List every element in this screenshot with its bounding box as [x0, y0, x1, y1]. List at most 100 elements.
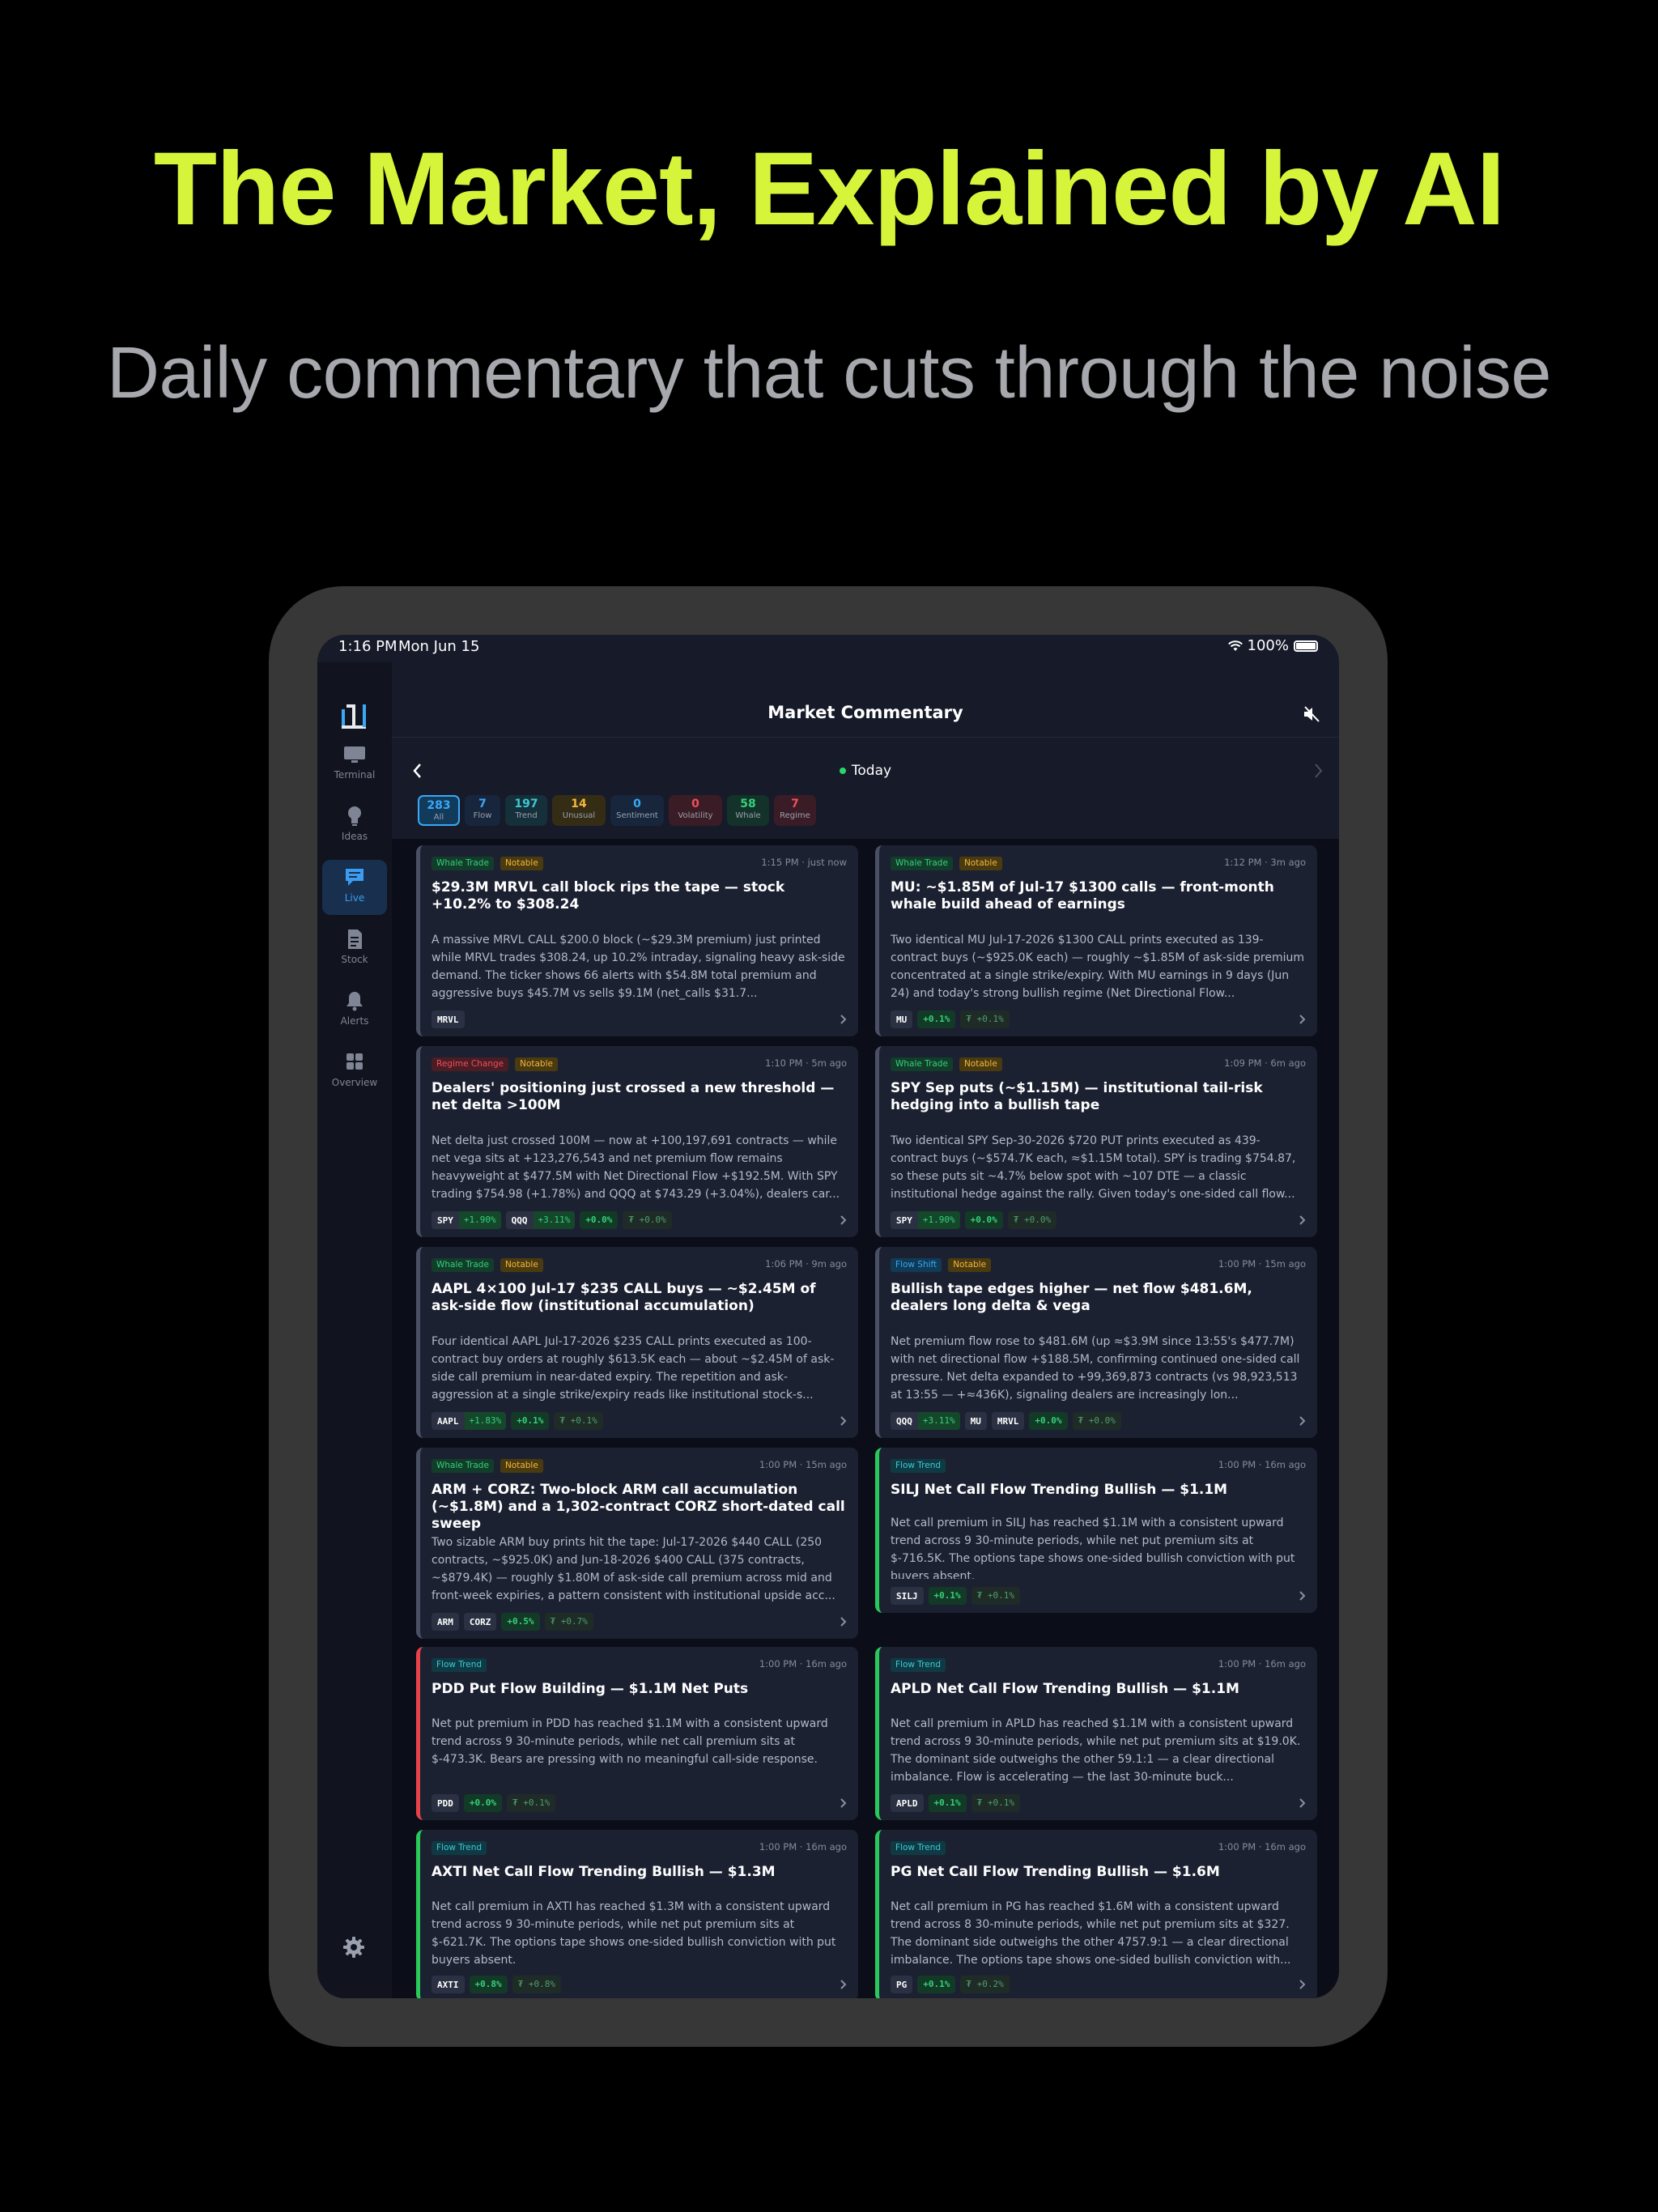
- chevron-right-icon[interactable]: [837, 1214, 848, 1227]
- sidebar-item-overview[interactable]: Overview: [322, 1044, 387, 1100]
- card-title: SPY Sep puts (~$1.15M) — institutional t…: [891, 1080, 1263, 1113]
- card-ticker-chips: MRVL: [432, 1010, 465, 1028]
- commentary-feed: Whale Trade Notable 1:15 PM · just now $29.…: [392, 839, 1339, 1998]
- commentary-card[interactable]: Flow Trend 1:00 PM · 16m ago PDD Put Flow …: [416, 1647, 858, 1820]
- filter-count: 7: [791, 798, 799, 810]
- card-timestamp: 1:06 PM · 9m ago: [765, 1258, 847, 1270]
- ticker-chip[interactable]: SPY +1.90%: [432, 1211, 501, 1229]
- ticker-chip[interactable]: MRVL: [991, 1412, 1025, 1430]
- card-tag: Notable: [948, 1258, 992, 1272]
- sidebar-item-alerts[interactable]: Alerts: [322, 983, 387, 1038]
- ticker-chip[interactable]: SPY +1.90%: [891, 1211, 960, 1229]
- commentary-card[interactable]: Whale Trade Notable 1:06 PM · 9m ago AAPL 4…: [416, 1247, 858, 1438]
- chevron-right-icon[interactable]: [1296, 1214, 1307, 1227]
- card-timestamp: 1:00 PM · 16m ago: [1218, 1841, 1306, 1853]
- card-body: A massive MRVL CALL $200.0 block (~$29.3…: [432, 934, 845, 1000]
- card-title: APLD Net Call Flow Trending Bullish — $1…: [891, 1681, 1239, 1697]
- performance-pill: +0.5%: [501, 1613, 540, 1631]
- speaker-muted-icon[interactable]: [1302, 704, 1321, 724]
- ticker-chip[interactable]: APLD: [891, 1794, 924, 1812]
- main-panel: Market Commentary Today 283 All 7 Flow 197 Tr…: [392, 662, 1339, 1998]
- chevron-right-icon[interactable]: [1296, 1797, 1307, 1810]
- card-body: Net premium flow rose to $481.6M (up ≈$3…: [891, 1335, 1300, 1402]
- sidebar-item-label: Stock: [341, 954, 368, 965]
- chevron-right-icon[interactable]: [837, 1615, 848, 1628]
- filter-chip-regime[interactable]: 7 Regime: [774, 795, 816, 826]
- filter-chip-flow[interactable]: 7 Flow: [465, 795, 500, 826]
- commentary-card[interactable]: Flow Trend 1:00 PM · 16m ago APLD Net Call…: [875, 1647, 1317, 1820]
- commentary-card[interactable]: Flow Trend 1:00 PM · 16m ago SILJ Net Call…: [875, 1448, 1317, 1613]
- commentary-card[interactable]: Whale Trade Notable 1:15 PM · just now $29.…: [416, 845, 858, 1036]
- ticker-chip[interactable]: MU: [964, 1412, 987, 1430]
- commentary-card[interactable]: Flow Trend 1:00 PM · 16m ago PG Net Call F…: [875, 1830, 1317, 1998]
- ticker-chip[interactable]: QQQ +3.11%: [891, 1412, 960, 1430]
- ticker-chip[interactable]: ARM: [432, 1613, 459, 1631]
- card-tags: Flow Trend: [891, 1658, 946, 1672]
- card-timestamp: 1:12 PM · 3m ago: [1224, 857, 1306, 868]
- ticker-chip[interactable]: SILJ: [891, 1587, 924, 1605]
- filter-chip-whale[interactable]: 58 Whale: [727, 795, 769, 826]
- commentary-card[interactable]: Whale Trade Notable 1:09 PM · 6m ago SPY Se…: [875, 1046, 1317, 1237]
- date-label-text: Today: [851, 763, 892, 779]
- filter-label: Unusual: [562, 811, 596, 820]
- card-ticker-chips: AAPL +1.83% +0.1% ₮ +0.1%: [432, 1412, 603, 1430]
- chevron-right-icon[interactable]: [1310, 761, 1326, 781]
- ticker-symbol: SILJ: [896, 1590, 918, 1602]
- commentary-card[interactable]: Whale Trade Notable 1:00 PM · 15m ago ARM +…: [416, 1448, 858, 1639]
- sidebar-item-terminal[interactable]: Terminal: [322, 737, 387, 792]
- chevron-right-icon[interactable]: [1296, 1589, 1307, 1602]
- card-tags: Flow Trend: [891, 1841, 946, 1855]
- date-navigator: Today: [392, 759, 1339, 784]
- card-body: Two sizable ARM buy prints hit the tape:…: [432, 1536, 835, 1602]
- commentary-card[interactable]: Flow Trend 1:00 PM · 16m ago AXTI Net Call…: [416, 1830, 858, 1998]
- ticker-chip[interactable]: PDD: [432, 1794, 459, 1812]
- performance-pill: ₮ +0.7%: [544, 1613, 593, 1631]
- chevron-right-icon[interactable]: [1296, 1013, 1307, 1026]
- filter-chip-unusual[interactable]: 14 Unusual: [552, 795, 606, 826]
- sidebar-item-ideas[interactable]: Ideas: [322, 798, 387, 853]
- sidebar-item-stock[interactable]: Stock: [322, 921, 387, 976]
- filter-label: Whale: [735, 811, 761, 820]
- ticker-chip[interactable]: MRVL: [432, 1010, 465, 1028]
- status-date: Mon Jun 15: [398, 638, 480, 655]
- ticker-chip[interactable]: PG: [891, 1976, 913, 1993]
- ticker-change: +1.83%: [464, 1412, 507, 1430]
- chat-bubble-icon: [346, 869, 363, 886]
- commentary-card[interactable]: Whale Trade Notable 1:12 PM · 3m ago MU: ~$…: [875, 845, 1317, 1036]
- card-ticker-chips: MU +0.1% ₮ +0.1%: [891, 1010, 1010, 1028]
- filter-chip-volatility[interactable]: 0 Volatility: [669, 795, 722, 826]
- card-ticker-chips: SILJ +0.1% ₮ +0.1%: [891, 1587, 1020, 1605]
- filter-chip-sentiment[interactable]: 0 Sentiment: [610, 795, 664, 826]
- performance-pill: ₮ +0.1%: [960, 1010, 1010, 1028]
- commentary-card[interactable]: Flow Shift Notable 1:00 PM · 15m ago Bullis…: [875, 1247, 1317, 1438]
- card-ticker-chips: ARM CORZ +0.5% ₮ +0.7%: [432, 1613, 593, 1631]
- card-ticker-chips: PG +0.1% ₮ +0.2%: [891, 1976, 1010, 1993]
- card-body: Net put premium in PDD has reached $1.1M…: [432, 1717, 828, 1766]
- status-time: 1:16 PM: [338, 638, 397, 655]
- filter-chip-all[interactable]: 283 All: [418, 795, 460, 826]
- ticker-chip[interactable]: CORZ: [463, 1613, 497, 1631]
- performance-pill: +0.0%: [964, 1211, 1003, 1229]
- chevron-right-icon[interactable]: [1296, 1978, 1307, 1991]
- chevron-right-icon[interactable]: [837, 1414, 848, 1427]
- chevron-right-icon[interactable]: [837, 1978, 848, 1991]
- commentary-card[interactable]: Regime Change Notable 1:10 PM · 5m ago Deal…: [416, 1046, 858, 1237]
- status-bar: 1:16 PM Mon Jun 15 100%: [317, 635, 1339, 662]
- ticker-chip[interactable]: AAPL +1.83%: [432, 1412, 507, 1430]
- ticker-chip[interactable]: AXTI: [432, 1976, 465, 1993]
- header-divider: [392, 737, 1339, 738]
- card-timestamp: 1:00 PM · 15m ago: [1218, 1258, 1306, 1270]
- ticker-symbol: SPY: [437, 1214, 453, 1226]
- filter-count: 7: [478, 798, 487, 810]
- ticker-chip[interactable]: MU: [891, 1010, 913, 1028]
- card-title: MU: ~$1.85M of Jul-17 $1300 calls — fron…: [891, 879, 1274, 912]
- card-timestamp: 1:00 PM · 16m ago: [759, 1841, 847, 1853]
- ticker-chip[interactable]: QQQ +3.11%: [505, 1211, 576, 1229]
- chevron-right-icon[interactable]: [837, 1013, 848, 1026]
- chevron-right-icon[interactable]: [837, 1797, 848, 1810]
- card-tag: Notable: [959, 1057, 1002, 1071]
- filter-chip-trend[interactable]: 197 Trend: [505, 795, 547, 826]
- settings-gear-icon[interactable]: [342, 1935, 366, 1959]
- sidebar-item-live[interactable]: Live: [322, 860, 387, 915]
- chevron-right-icon[interactable]: [1296, 1414, 1307, 1427]
